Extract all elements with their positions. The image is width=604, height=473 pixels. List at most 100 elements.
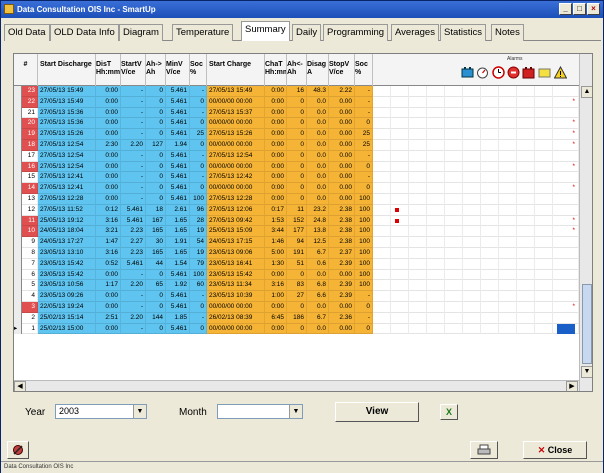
tab-temperature[interactable]: Temperature (172, 24, 234, 41)
table-row[interactable]: 3 22/05/13 19:24 0:00-0 5.461 0 00/00/00 00:0… (14, 302, 579, 313)
table-row[interactable]: 4 23/05/13 09:26 0:00-0 5.461-23/05/13 10:3… (14, 291, 579, 302)
view-button[interactable]: View (335, 402, 419, 422)
row-selector[interactable] (14, 86, 22, 97)
col-start-charge-header[interactable]: Start Charge (207, 54, 265, 86)
year-select[interactable]: 2003 ▼ (55, 404, 147, 419)
print-button[interactable] (470, 441, 498, 459)
table-row[interactable]: 21 27/05/13 15:36 0:00-0 5.461-27/05/13 15:… (14, 107, 579, 119)
vertical-scrollbar[interactable]: ▲ ▼ (579, 54, 592, 391)
table-row[interactable]: 23 27/05/13 15:49 0:00-0 5.461-27/05/13 15:… (14, 86, 579, 97)
table-row[interactable]: 5 23/05/13 10:56 1:17 2.20 65 1.92 60 23/05/13 … (14, 280, 579, 292)
table-row[interactable]: 19 27/05/13 15:26 0:00-0 5.461 25 27/05/13 15… (14, 129, 579, 140)
table-row[interactable]: 2 25/02/13 15:14 2:51 2.20 144 1.85-26/02/13 … (14, 312, 579, 324)
table-row[interactable]: 9 24/05/13 17:27 1:47 2.27 30 1.91 54 24/05/13 … (14, 237, 579, 248)
row-selector[interactable]: ▸ (14, 323, 22, 335)
table-row[interactable]: 7 23/05/13 15:42 0:52 5.461 44 1.54 79 23/05/13… (14, 258, 579, 270)
row-selector[interactable] (14, 291, 22, 302)
row-selector[interactable] (14, 237, 22, 248)
tab-statistics[interactable]: Statistics (440, 24, 487, 41)
scroll-down-button[interactable]: ▼ (581, 366, 592, 378)
col-dist-header[interactable]: DisT Hh:mm (96, 54, 121, 86)
chevron-down-icon[interactable]: ▼ (289, 405, 302, 418)
col-ah2-header[interactable]: Ah<- Ah (287, 54, 307, 86)
row-selector[interactable] (14, 150, 22, 162)
row-selector[interactable] (14, 140, 22, 151)
col-disag-header[interactable]: Disag A (307, 54, 329, 86)
table-row[interactable]: 10 24/05/13 18:04 3:21 2.23 165 1.65 19 25/05/1… (14, 226, 579, 238)
table-row[interactable]: ▸ 1 25/02/13 15:00 0:00-0 5.461 0 00/00/00 00:… (14, 323, 579, 335)
table-row[interactable]: 22 27/05/13 15:49 0:00-0 5.461 0 00/00/00 00:… (14, 96, 579, 108)
row-selector[interactable] (14, 258, 22, 270)
cell-mv: 1.92 (166, 280, 190, 292)
row-selector[interactable] (14, 194, 22, 205)
tab-old-data[interactable]: Old Data (4, 24, 50, 41)
col-ah-header[interactable]: Ah-> Ah (146, 54, 166, 86)
table-row[interactable]: 15 27/05/13 12:41 0:00-0 5.461-27/05/13 12:… (14, 172, 579, 184)
row-selector[interactable] (14, 302, 22, 313)
cell-dg: 6.7 (307, 312, 329, 324)
scroll-right-button[interactable]: ▶ (566, 381, 578, 391)
table-row[interactable]: 11 25/05/13 19:12 3:16 5.461 167 1.65 28 27/05/… (14, 215, 579, 227)
alarm-cell (445, 248, 463, 259)
close-button[interactable]: ✕ Close (523, 441, 587, 459)
table-row[interactable]: 8 23/05/13 13:10 3:16 2.23 165 1.65 19 23/05/13… (14, 248, 579, 259)
col-stopv-header[interactable]: StopV V/ce (329, 54, 355, 86)
table-row[interactable]: 12 27/05/13 11:52 0:12 5.461 18 2.61 96 27/05/1… (14, 204, 579, 216)
row-selector[interactable] (14, 172, 22, 184)
tab-old-data-info[interactable]: OLD Data Info (50, 24, 119, 41)
cell-mv: 5.461 (166, 96, 190, 108)
scroll-thumb[interactable] (582, 284, 592, 364)
col-startv-header[interactable]: StartV V/ce (121, 54, 146, 86)
excel-export-button[interactable]: X (440, 404, 458, 420)
row-selector[interactable] (14, 96, 22, 108)
maximize-button[interactable]: □ (573, 3, 586, 15)
table-row[interactable]: 20 27/05/13 15:36 0:00-0 5.461 0 00/00/00 00:… (14, 118, 579, 130)
col-soc-header[interactable]: Soc % (190, 54, 207, 86)
cell-dt: 0:00 (96, 302, 121, 313)
row-selector[interactable] (14, 280, 22, 292)
table-row[interactable]: 13 27/05/13 12:28 0:00-0 5.461 100 27/05/13 1… (14, 194, 579, 205)
month-select[interactable]: ▼ (217, 404, 303, 419)
row-selector[interactable] (14, 118, 22, 130)
row-selector[interactable] (14, 215, 22, 227)
col-soc2-header[interactable]: Soc % (355, 54, 373, 86)
tab-averages[interactable]: Averages (391, 24, 439, 41)
row-selector[interactable] (14, 226, 22, 238)
tab-programming[interactable]: Programming (323, 24, 389, 41)
col-minv-header[interactable]: MinV V/ce (166, 54, 190, 86)
row-selector[interactable] (14, 107, 22, 119)
tab-daily[interactable]: Daily (292, 24, 322, 41)
row-selector[interactable] (14, 204, 22, 216)
row-selector[interactable] (14, 161, 22, 173)
tab-notes[interactable]: Notes (491, 24, 524, 41)
row-selector[interactable] (14, 312, 22, 324)
row-selector[interactable] (14, 269, 22, 281)
summary-grid[interactable]: # Start Discharge DisT Hh:mm StartV V/ce… (13, 53, 593, 392)
close-window-button[interactable]: × (587, 3, 600, 15)
alarm-cell (445, 129, 463, 140)
row-selector[interactable] (14, 129, 22, 140)
col-start-discharge-header[interactable]: Start Discharge (38, 54, 96, 86)
horizontal-scrollbar[interactable]: ◀ ▶ (14, 380, 579, 391)
cell-dt: 2:30 (96, 140, 121, 151)
scroll-up-button[interactable]: ▲ (581, 86, 592, 98)
tab-diagram[interactable]: Diagram (119, 24, 163, 41)
cell-sv: 2.27 (121, 237, 146, 248)
row-selector[interactable] (14, 183, 22, 194)
row-selector[interactable] (14, 248, 22, 259)
table-row[interactable]: 17 27/05/13 12:54 0:00-0 5.461-27/05/13 12:… (14, 150, 579, 162)
tools-button[interactable] (7, 441, 29, 459)
cell-ah2: 177 (287, 226, 307, 238)
col-chat-header[interactable]: ChaT Hh:mm (265, 54, 287, 86)
col-num-header[interactable]: # (14, 54, 38, 86)
table-row[interactable]: 16 27/05/13 12:54 0:00-0 5.461 0 00/00/00 00:… (14, 161, 579, 173)
table-row[interactable]: 14 27/05/13 12:41 0:00-0 5.461 0 00/00/00 00:… (14, 183, 579, 194)
chevron-down-icon[interactable]: ▼ (133, 405, 146, 418)
cell-soc: 54 (190, 237, 207, 248)
scroll-left-button[interactable]: ◀ (14, 381, 26, 391)
table-row[interactable]: 18 27/05/13 12:54 2:30 2.20 127 1.94 0 00/00/00… (14, 140, 579, 151)
minimize-button[interactable]: _ (559, 3, 572, 15)
tab-summary[interactable]: Summary (241, 21, 290, 41)
table-row[interactable]: 6 23/05/13 15:42 0:00-0 5.461 100 23/05/13 15… (14, 269, 579, 281)
cell-sv: 5.461 (121, 215, 146, 227)
